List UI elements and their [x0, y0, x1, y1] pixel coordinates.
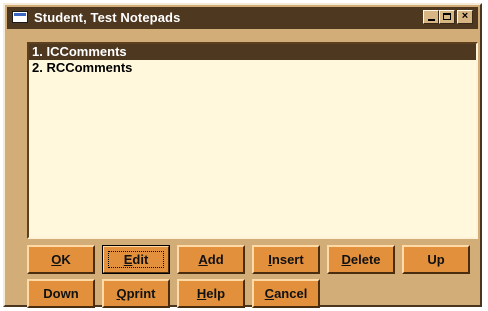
edit-label: dit	[132, 252, 149, 267]
delete-mnemonic: D	[341, 252, 351, 267]
cancel-button[interactable]: Cancel	[252, 279, 320, 308]
up-label: Up	[427, 252, 445, 267]
maximize-icon[interactable]	[439, 10, 455, 24]
ok-mnemonic: O	[51, 252, 62, 267]
window-title: Student, Test Notepads	[34, 10, 181, 25]
qprint-mnemonic: Q	[116, 286, 127, 301]
minimize-icon[interactable]	[423, 10, 439, 24]
window-icon[interactable]	[12, 11, 28, 23]
insert-label: nsert	[271, 252, 304, 267]
delete-button[interactable]: Delete	[327, 245, 395, 274]
notepads-window: Student, Test Notepads × 1. ICComments 2…	[3, 3, 482, 308]
edit-mnemonic: E	[123, 252, 133, 267]
help-label: elp	[206, 286, 226, 301]
delete-label: elete	[350, 252, 381, 267]
help-mnemonic: H	[196, 286, 207, 301]
qprint-button[interactable]: Qprint	[102, 279, 170, 308]
help-button[interactable]: Help	[177, 279, 245, 308]
down-button[interactable]: Down	[27, 279, 95, 308]
add-button[interactable]: Add	[177, 245, 245, 274]
close-icon[interactable]: ×	[457, 10, 473, 24]
list-item[interactable]: 2. RCComments	[29, 60, 476, 76]
title-bar[interactable]: Student, Test Notepads ×	[7, 7, 478, 29]
cancel-mnemonic: C	[264, 286, 275, 301]
cancel-label: ancel	[274, 286, 308, 301]
ok-button[interactable]: OK	[27, 245, 95, 274]
notepads-list[interactable]: 1. ICComments 2. RCComments	[27, 42, 478, 239]
edit-button[interactable]: Edit	[102, 245, 170, 274]
list-item[interactable]: 1. ICComments	[29, 44, 476, 60]
add-label: dd	[207, 252, 224, 267]
down-label: Down	[43, 286, 79, 301]
qprint-label: print	[126, 286, 156, 301]
ok-label: K	[61, 252, 71, 267]
add-mnemonic: A	[198, 252, 208, 267]
up-button[interactable]: Up	[402, 245, 470, 274]
insert-button[interactable]: Insert	[252, 245, 320, 274]
